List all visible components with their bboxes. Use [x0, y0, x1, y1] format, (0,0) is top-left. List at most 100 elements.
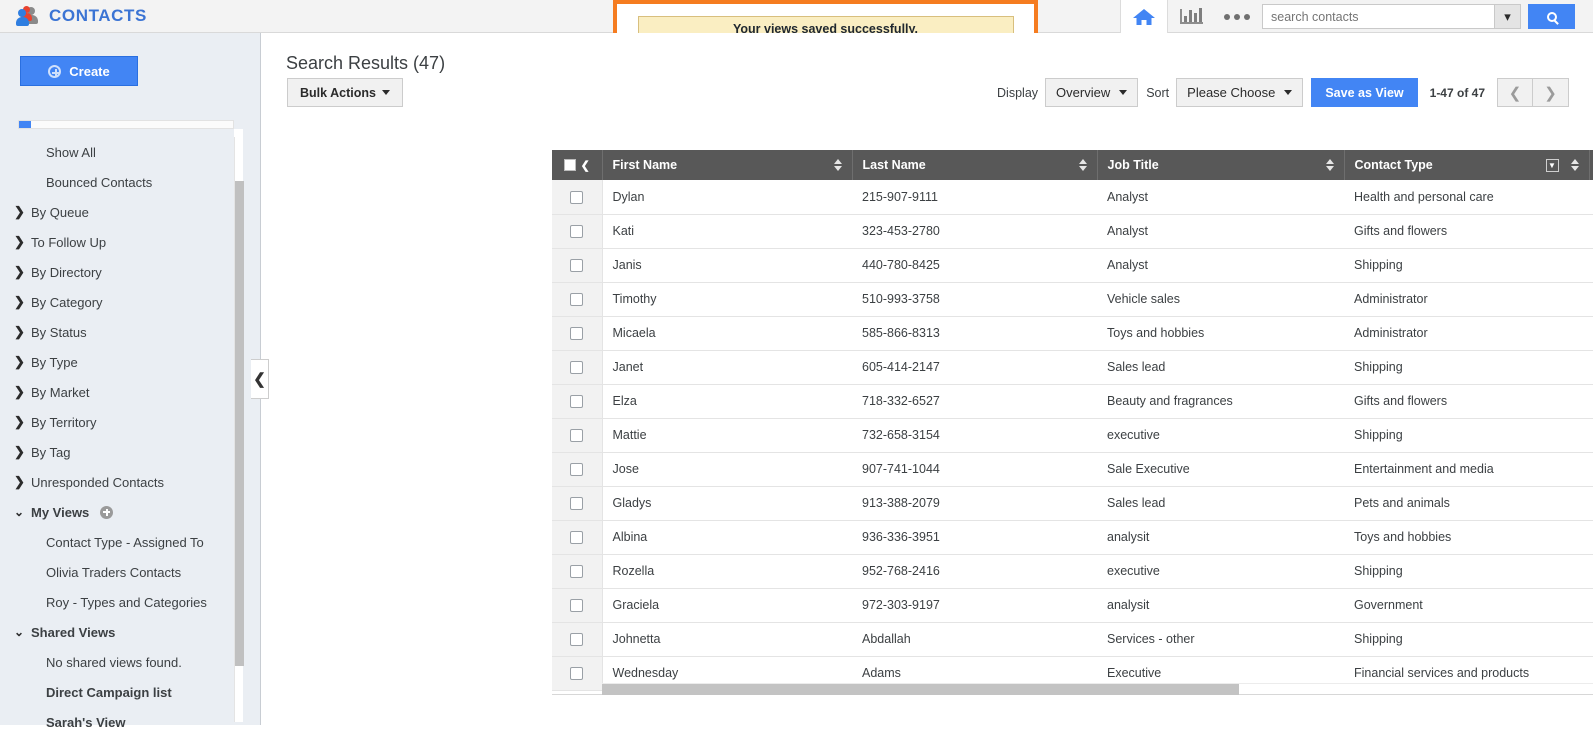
column-header-supplier[interactable]: Supplier [1589, 150, 1593, 180]
sidebar-item-by-territory[interactable]: ❯By Territory [0, 407, 236, 437]
chevron-right-icon[interactable]: ❯ [14, 354, 28, 370]
table-row[interactable]: Albina936-336-3951analysitToys and hobbi… [552, 520, 1593, 554]
table-row[interactable]: Janis440-780-8425AnalystShippingRoy••• [552, 248, 1593, 282]
table-horizontal-scrollbar[interactable] [602, 683, 1593, 694]
chevron-down-icon[interactable]: ▾ [1494, 4, 1521, 29]
table-row[interactable]: Graciela972-303-9197analysitGovernment••… [552, 588, 1593, 622]
table-row[interactable]: Gladys913-388-2079Sales leadPets and ani… [552, 486, 1593, 520]
table-row[interactable]: Elza718-332-6527Beauty and fragrancesGif… [552, 384, 1593, 418]
table-row[interactable]: Timothy510-993-3758Vehicle salesAdminist… [552, 282, 1593, 316]
ellipsis-icon[interactable] [1214, 0, 1260, 33]
chevron-right-icon[interactable]: ❯ [14, 444, 28, 460]
sort-select[interactable]: Please Choose [1176, 78, 1303, 107]
select-all-header[interactable]: ❮ [552, 150, 602, 180]
row-select-cell[interactable] [552, 384, 602, 418]
sidebar-item-by-directory[interactable]: ❯By Directory [0, 257, 236, 287]
sidebar-item-direct-campaign-list[interactable]: Direct Campaign list [0, 677, 236, 707]
chevron-right-icon[interactable]: ❯ [14, 234, 28, 250]
chevron-right-icon[interactable]: ❯ [14, 384, 28, 400]
column-header-first-name[interactable]: First Name [602, 150, 852, 180]
row-select-cell[interactable] [552, 248, 602, 282]
table-row[interactable]: Dylan215-907-9111AnalystHealth and perso… [552, 180, 1593, 214]
sidebar-item-by-market[interactable]: ❯By Market [0, 377, 236, 407]
row-checkbox[interactable] [570, 565, 583, 578]
row-select-cell[interactable] [552, 350, 602, 384]
sidebar-item-contact-type-assigned-to[interactable]: Contact Type - Assigned To [0, 527, 236, 557]
search-button[interactable] [1528, 4, 1575, 29]
add-view-icon[interactable] [100, 506, 113, 519]
sidebar-item-no-shared-views-found[interactable]: No shared views found. [0, 647, 236, 677]
sidebar-item-by-type[interactable]: ❯By Type [0, 347, 236, 377]
table-row[interactable]: Rozella952-768-2416executiveShippingOliv… [552, 554, 1593, 588]
sidebar-vertical-scrollbar[interactable] [234, 137, 243, 722]
row-select-cell[interactable] [552, 622, 602, 656]
row-select-cell[interactable] [552, 316, 602, 350]
row-select-cell[interactable] [552, 282, 602, 316]
column-header-job-title[interactable]: Job Title [1097, 150, 1344, 180]
sidebar-item-roy-types-and-categories[interactable]: Roy - Types and Categories [0, 587, 236, 617]
select-all-checkbox[interactable] [564, 159, 576, 171]
display-select[interactable]: Overview [1045, 78, 1138, 107]
sidebar-item-by-status[interactable]: ❯By Status [0, 317, 236, 347]
row-checkbox[interactable] [570, 225, 583, 238]
sidebar-item-by-category[interactable]: ❯By Category [0, 287, 236, 317]
filter-icon[interactable]: ▼ [1546, 159, 1559, 172]
next-page-button[interactable]: ❯ [1533, 78, 1569, 107]
row-checkbox[interactable] [570, 293, 583, 306]
row-checkbox[interactable] [570, 497, 583, 510]
sidebar-item-bounced-contacts[interactable]: Bounced Contacts [0, 167, 236, 197]
chevron-down-icon[interactable]: ⌄ [14, 505, 28, 519]
row-select-cell[interactable] [552, 418, 602, 452]
chevron-right-icon[interactable]: ❯ [14, 204, 28, 220]
row-select-cell[interactable] [552, 214, 602, 248]
row-select-cell[interactable] [552, 588, 602, 622]
row-checkbox[interactable] [570, 395, 583, 408]
row-select-cell[interactable] [552, 486, 602, 520]
column-header-contact-type[interactable]: Contact Type ▼ [1344, 150, 1589, 180]
sort-icon[interactable] [1079, 159, 1087, 171]
table-row[interactable]: Jose907-741-1044Sale ExecutiveEntertainm… [552, 452, 1593, 486]
row-select-cell[interactable] [552, 520, 602, 554]
row-checkbox[interactable] [570, 429, 583, 442]
chevron-right-icon[interactable]: ❯ [14, 474, 28, 490]
row-checkbox[interactable] [570, 633, 583, 646]
table-row[interactable]: JohnettaAbdallahServices - otherShipping… [552, 622, 1593, 656]
sidebar-hscroll-thumb[interactable] [19, 121, 31, 128]
sidebar-item-sarah-s-view[interactable]: Sarah's View [0, 707, 236, 737]
table-row[interactable]: Micaela585-866-8313Toys and hobbiesAdmin… [552, 316, 1593, 350]
row-select-cell[interactable] [552, 452, 602, 486]
chevron-right-icon[interactable]: ❯ [14, 414, 28, 430]
home-icon[interactable] [1120, 0, 1168, 33]
previous-page-button[interactable]: ❮ [1497, 78, 1533, 107]
table-row[interactable]: Kati323-453-2780AnalystGifts and flowers… [552, 214, 1593, 248]
row-checkbox[interactable] [570, 599, 583, 612]
row-checkbox[interactable] [570, 191, 583, 204]
sort-icon[interactable] [1326, 159, 1334, 171]
search-input[interactable] [1262, 4, 1494, 29]
row-checkbox[interactable] [570, 531, 583, 544]
chevron-right-icon[interactable]: ❯ [14, 294, 28, 310]
sidebar-horizontal-scrollbar[interactable] [18, 120, 234, 129]
chevron-right-icon[interactable]: ❯ [14, 264, 28, 280]
table-row[interactable]: Janet605-414-2147Sales leadShippingOlivi… [552, 350, 1593, 384]
sidebar-item-show-all[interactable]: Show All [0, 137, 236, 167]
create-button[interactable]: Create [20, 56, 138, 86]
chevron-down-icon[interactable]: ⌄ [14, 625, 28, 639]
bulk-actions-button[interactable]: Bulk Actions [287, 78, 403, 107]
chevron-right-icon[interactable]: ❯ [14, 324, 28, 340]
sort-icon[interactable] [1571, 159, 1579, 171]
table-row[interactable]: Mattie732-658-3154executiveShippingOlivi… [552, 418, 1593, 452]
sidebar-item-by-tag[interactable]: ❯By Tag [0, 437, 236, 467]
sidebar-item-unresponded-contacts[interactable]: ❯Unresponded Contacts [0, 467, 236, 497]
sort-icon[interactable] [834, 159, 842, 171]
sidebar-item-by-queue[interactable]: ❯By Queue [0, 197, 236, 227]
sidebar-item-my-views[interactable]: ⌄My Views [0, 497, 236, 527]
row-checkbox[interactable] [570, 361, 583, 374]
sidebar-item-shared-views[interactable]: ⌄Shared Views [0, 617, 236, 647]
column-header-last-name[interactable]: Last Name [852, 150, 1097, 180]
sidebar-item-olivia-traders-contacts[interactable]: Olivia Traders Contacts [0, 557, 236, 587]
row-checkbox[interactable] [570, 327, 583, 340]
row-select-cell[interactable] [552, 180, 602, 214]
table-hscroll-thumb[interactable] [602, 684, 1239, 695]
row-checkbox[interactable] [570, 667, 583, 680]
